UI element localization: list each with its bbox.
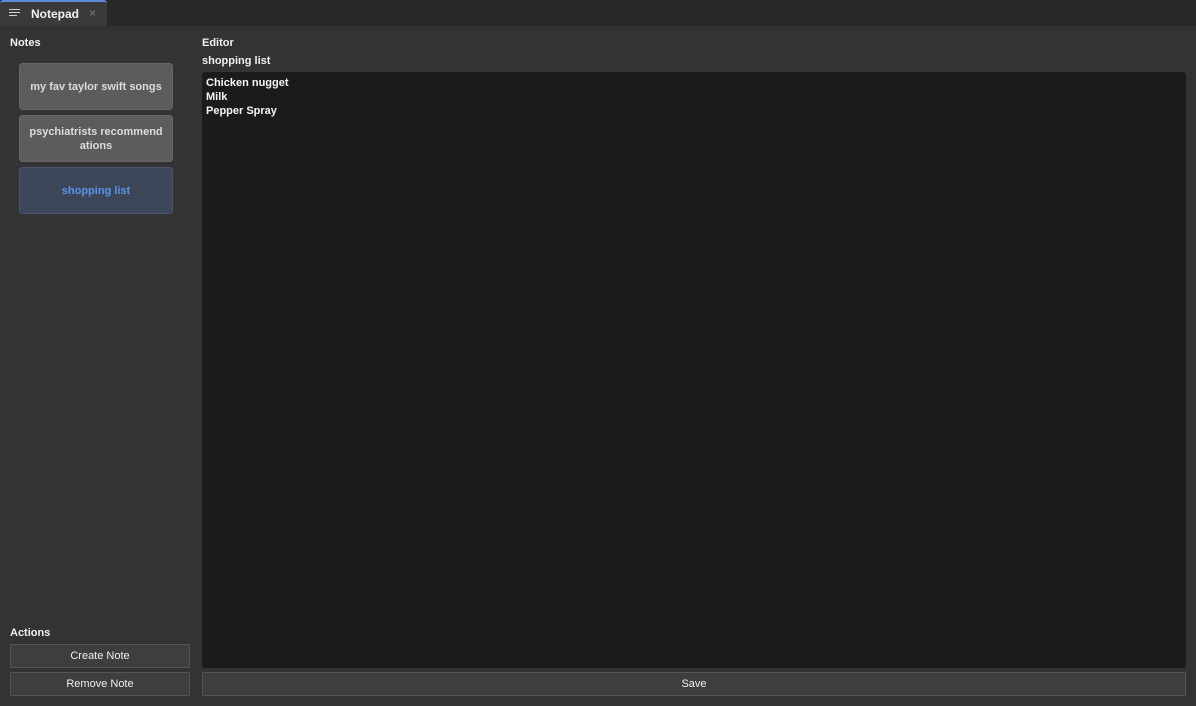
note-item-label: shopping list [61,184,131,197]
tab-bar: Notepad × [0,0,1196,26]
notes-list: my fav taylor swift songs psychiatrists … [19,63,173,219]
notes-section-title: Notes [10,37,41,49]
hamburger-menu-icon[interactable] [9,9,20,18]
editor-section-title: Editor [202,37,234,49]
actions-section-title: Actions [10,627,51,639]
note-item-label: my fav taylor swift songs [30,80,162,93]
main-panel: Notes my fav taylor swift songs psychiat… [0,26,1196,706]
note-item-shopping-list[interactable]: shopping list [19,167,173,214]
note-item-label: psychiatrists recommend ations [29,125,163,152]
tab-title: Notepad [31,7,79,21]
save-button[interactable]: Save [202,672,1186,696]
note-editor-textarea[interactable]: Chicken nugget Milk Pepper Spray [202,72,1186,668]
note-item-psychiatrists[interactable]: psychiatrists recommend ations [19,115,173,162]
tab-notepad[interactable]: Notepad × [0,0,107,26]
close-icon[interactable]: × [89,6,96,20]
current-note-name: shopping list [202,55,271,67]
remove-note-button[interactable]: Remove Note [10,672,190,696]
note-item-taylor-swift[interactable]: my fav taylor swift songs [19,63,173,110]
create-note-button[interactable]: Create Note [10,644,190,668]
